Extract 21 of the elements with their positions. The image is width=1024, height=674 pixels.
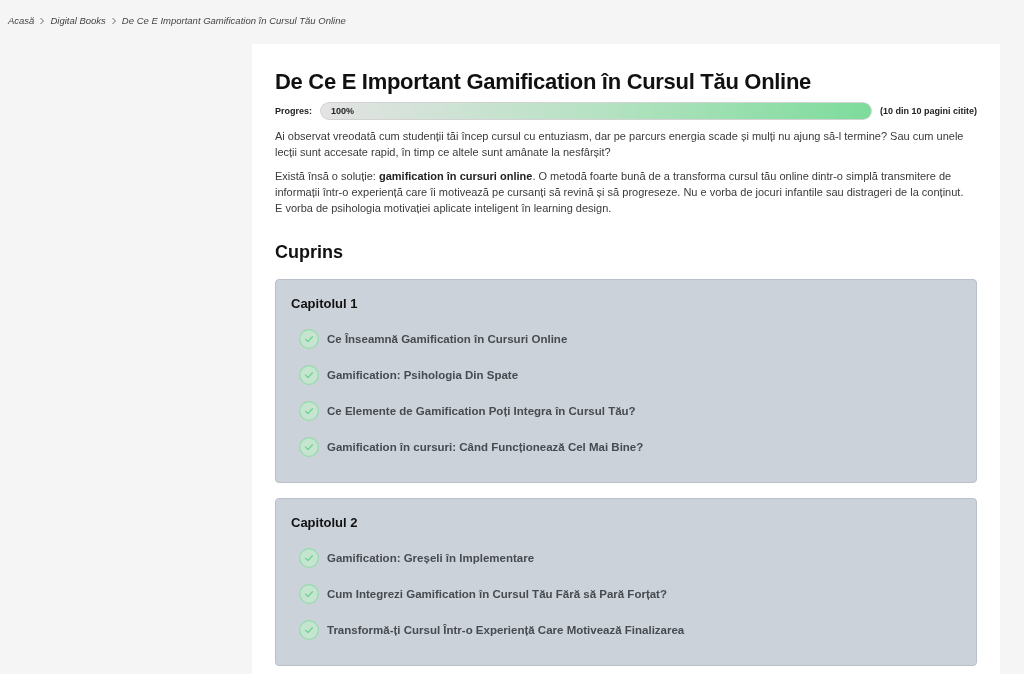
lesson-link[interactable]: Gamification: Psihologia Din Spate — [327, 369, 519, 381]
breadcrumb-current: De Ce E Important Gamification în Cursul Tău Online — [121, 15, 346, 26]
pages-read-count: (10 din 10 pagini citite) — [879, 106, 977, 116]
contents-heading: Cuprins — [275, 241, 344, 264]
progress-label: Progres: — [275, 106, 312, 116]
chapter-title: Capitolul 2 — [291, 514, 359, 532]
chevron-right-icon — [110, 16, 117, 25]
lesson-link[interactable]: Gamification: Greșeli în Implementare — [327, 552, 535, 564]
lesson-link[interactable]: Transformă-ți Cursul Într-o Experiență Care Motivează Finalizarea — [327, 624, 685, 636]
breadcrumb-link[interactable]: Acasă — [8, 15, 35, 26]
lesson-link[interactable]: Cum Integrezi Gamification în Cursul Tău Fără să Pară Forțat? — [327, 588, 667, 600]
intro-paragraph: Există însă o soluție: gamification în cursuri online. O metodă foarte bună de a transforma cursul tău online dintr-o simplă transmitere de informații într-o experiență care îi motivează pe cursanți să revină și să progreseze. Nu e vorba de jocuri infantile sau distrageri de la conținut. E vorba de psihologia motivației aplicate inteligent în learning design. — [275, 169, 965, 216]
lesson-link[interactable]: Ce Elemente de Gamification Poți Integra în Cursul Tău? — [327, 405, 636, 417]
lesson-link[interactable]: Gamification în cursuri: Când Funcționează Cel Mai Bine? — [327, 441, 644, 453]
progress-percent: 100% — [331, 106, 355, 116]
chevron-right-icon — [39, 16, 46, 25]
chapter-title: Capitolul 1 — [291, 295, 359, 313]
intro-paragraph: Ai observat vreodată cum studenții tăi încep cursul cu entuziasm, dar pe parcurs energia scade și mulți nu ajung să-l termine? Sau cum unele lecții sunt accesate rapid, în timp ce altele sunt amânate la nesfârșit? — [275, 129, 965, 160]
lesson-link[interactable]: Ce Înseamnă Gamification în Cursuri Online — [327, 333, 568, 345]
article-title: De Ce E Important Gamification în Cursul Tău Online — [275, 68, 812, 96]
breadcrumb-link[interactable]: Digital Books — [50, 15, 106, 26]
